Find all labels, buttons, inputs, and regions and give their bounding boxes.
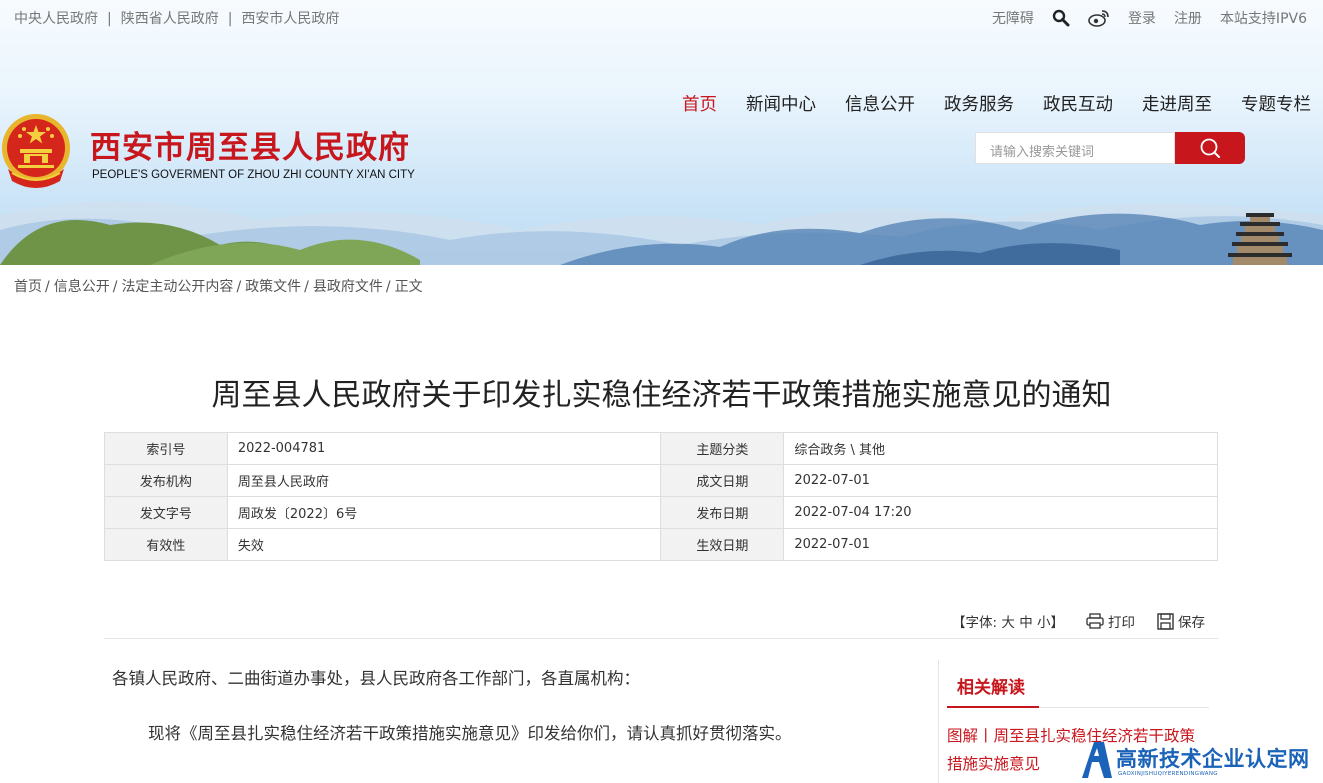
nav-special[interactable]: 专题专栏 xyxy=(1241,91,1311,116)
breadcrumb-policy[interactable]: 政策文件 xyxy=(245,279,301,295)
save-icon xyxy=(1157,612,1174,630)
breadcrumb-separator: / xyxy=(45,279,50,295)
top-link-shaanxi[interactable]: 陕西省人民政府 xyxy=(121,11,219,27)
info-value: 周至县人民政府 xyxy=(226,464,662,497)
watermark-logo-icon xyxy=(1082,742,1112,778)
table-row: 发文字号 周政发〔2022〕6号 发布日期 2022-07-04 17:20 xyxy=(104,496,1218,529)
divider xyxy=(104,638,1218,639)
info-key: 主题分类 xyxy=(660,432,785,465)
font-size-large[interactable]: 大 xyxy=(1001,611,1015,631)
info-key: 生效日期 xyxy=(660,528,785,561)
breadcrumb-separator: / xyxy=(236,279,242,295)
info-key: 发文字号 xyxy=(104,496,228,529)
side-divider xyxy=(938,660,939,783)
top-link-xian[interactable]: 西安市人民政府 xyxy=(241,11,339,27)
font-size-label: 【字体: xyxy=(952,615,998,631)
info-key: 索引号 xyxy=(104,432,228,465)
info-value: 周政发〔2022〕6号 xyxy=(226,496,662,529)
print-button[interactable]: 打印 xyxy=(1086,611,1135,631)
info-key: 发布日期 xyxy=(660,496,785,529)
search-button[interactable] xyxy=(1175,132,1245,164)
nav-about[interactable]: 走进周至 xyxy=(1142,91,1212,116)
body-salutation: 各镇人民政府、二曲街道办事处，县人民政府各工作部门，各直属机构： xyxy=(112,669,640,688)
nav-news[interactable]: 新闻中心 xyxy=(746,91,816,116)
info-value: 2022-07-01 xyxy=(783,528,1218,561)
info-value: 2022-07-01 xyxy=(783,464,1218,497)
info-key: 有效性 xyxy=(104,528,228,561)
top-link-central[interactable]: 中央人民政府 xyxy=(14,11,98,27)
breadcrumb-county-docs[interactable]: 县政府文件 xyxy=(313,279,383,295)
breadcrumb-separator: / xyxy=(304,279,309,295)
site-title[interactable]: 西安市周至县人民政府 xyxy=(90,122,410,167)
register-link[interactable]: 注册 xyxy=(1174,8,1202,28)
breadcrumb-separator: / xyxy=(112,279,118,295)
body-paragraph: 现将《周至县扎实稳住经济若干政策措施实施意见》印发给你们，请认真抓好贯彻落实。 xyxy=(148,724,792,743)
search-icon[interactable] xyxy=(1052,9,1070,27)
ipv6-note: 本站支持IPV6 xyxy=(1219,11,1307,27)
search-bar: 请输入搜索关键词 xyxy=(975,132,1245,164)
table-row: 索引号 2022-004781 主题分类 综合政务 \ 其他 xyxy=(104,432,1218,465)
nav-gov-service[interactable]: 政务服务 xyxy=(944,91,1014,116)
side-underline-accent xyxy=(947,706,1039,708)
breadcrumb-legal-content[interactable]: 法定主动公开内容 xyxy=(121,279,233,295)
breadcrumb-home[interactable]: 首页 xyxy=(14,279,42,295)
info-value: 2022-004781 xyxy=(226,432,662,465)
top-links: 中央人民政府 | 陕西省人民政府 | 西安市人民政府 xyxy=(14,8,339,28)
page-title: 周至县人民政府关于印发扎实稳住经济若干政策措施实施意见的通知 xyxy=(211,378,1112,413)
related-interpretation-title: 相关解读 xyxy=(957,678,1025,698)
breadcrumb-current: 正文 xyxy=(394,279,423,295)
watermark-pinyin: GAOXINJISHUQIYERENDINGWANG xyxy=(1118,771,1218,777)
top-right-links: 无障碍 登录 注册 本站支持IPV6 xyxy=(974,8,1307,28)
info-key: 成文日期 xyxy=(660,464,785,497)
site-header: 中央人民政府 | 陕西省人民政府 | 西安市人民政府 无障碍 登录 注册 本站支持IPV… xyxy=(0,0,1323,265)
search-icon xyxy=(1200,138,1220,158)
article-tools: 【字体: 大 中 小】 打印 保存 xyxy=(952,611,1205,631)
info-key: 发布机构 xyxy=(104,464,228,497)
main-nav: 首页 新闻中心 信息公开 政务服务 政民互动 走进周至 专题专栏 xyxy=(653,91,1311,116)
info-value: 失效 xyxy=(226,528,662,561)
nav-info-public[interactable]: 信息公开 xyxy=(845,91,915,116)
print-label: 打印 xyxy=(1108,615,1135,631)
watermark-title: 高新技术企业认定网 xyxy=(1116,747,1310,771)
printer-icon xyxy=(1086,613,1104,629)
table-row: 有效性 失效 生效日期 2022-07-01 xyxy=(104,528,1218,561)
breadcrumb: 首页 / 信息公开 / 法定主动公开内容 / 政策文件 / 县政府文件 / 正文 xyxy=(14,276,423,296)
document-info-table: 索引号 2022-004781 主题分类 综合政务 \ 其他 发布机构 周至县人… xyxy=(104,432,1218,561)
breadcrumb-separator: / xyxy=(385,279,391,295)
nav-interaction[interactable]: 政民互动 xyxy=(1043,91,1113,116)
info-value: 综合政务 \ 其他 xyxy=(783,432,1218,465)
top-bar: 中央人民政府 | 陕西省人民政府 | 西安市人民政府 无障碍 登录 注册 本站支持IPV… xyxy=(0,0,1323,34)
login-link[interactable]: 登录 xyxy=(1128,8,1156,28)
nav-home[interactable]: 首页 xyxy=(682,91,717,116)
breadcrumb-info-public[interactable]: 信息公开 xyxy=(54,279,110,295)
info-value: 2022-07-04 17:20 xyxy=(783,496,1218,529)
weibo-icon[interactable] xyxy=(1088,9,1110,27)
save-button[interactable]: 保存 xyxy=(1157,611,1205,631)
save-label: 保存 xyxy=(1178,615,1205,631)
divider: | xyxy=(107,11,112,27)
font-size-small[interactable]: 小 xyxy=(1037,611,1051,631)
font-size-end: 】 xyxy=(1050,615,1065,631)
search-input[interactable]: 请输入搜索关键词 xyxy=(975,132,1175,164)
accessibility-link[interactable]: 无障碍 xyxy=(992,8,1034,28)
table-row: 发布机构 周至县人民政府 成文日期 2022-07-01 xyxy=(104,464,1218,497)
mountain-banner xyxy=(0,201,1323,265)
font-size-medium[interactable]: 中 xyxy=(1019,611,1033,631)
divider: | xyxy=(227,11,233,27)
watermark: 高新技术企业认定网 GAOXINJISHUQIYERENDINGWANG xyxy=(1076,740,1323,783)
